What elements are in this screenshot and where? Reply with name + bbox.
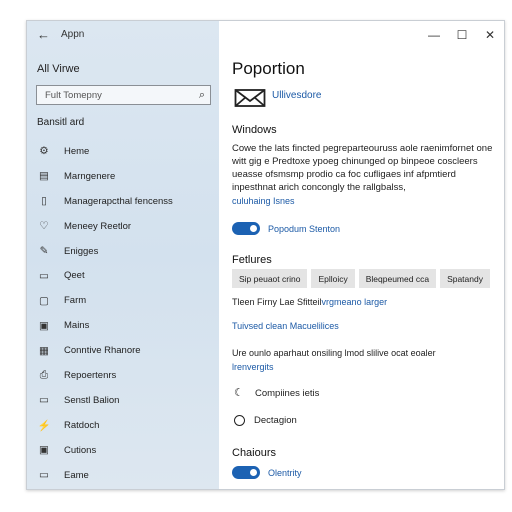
windows-heading: Windows xyxy=(232,124,277,136)
search-input[interactable]: Fult Tomepny ⌕ xyxy=(36,85,211,105)
sidebar-item-label: Eame xyxy=(64,469,89,481)
radio-label: Dectagion xyxy=(254,415,297,426)
tag-button[interactable]: Sip peuaot crino xyxy=(232,269,308,288)
toggle-label: Popodum Stenton xyxy=(268,223,341,234)
sidebar-item-label: Senstl Balion xyxy=(64,394,120,406)
sidebar: All Virwe Fult Tomepny ⌕ Bansitl ard ⚙ H… xyxy=(27,21,219,489)
window-icon: ▭ xyxy=(39,394,49,407)
sidebar-item-meneey-reetlor[interactable]: ♡ Meneey Reetlor xyxy=(27,214,219,239)
back-arrow-icon[interactable]: ← xyxy=(37,27,53,43)
sidebar-item-label: Mains xyxy=(64,320,90,332)
toggle-switch[interactable] xyxy=(232,466,260,479)
sidebar-item-repoertenrs[interactable]: ⎙ Repoertenrs xyxy=(27,363,219,388)
sidebar-item-marngenere[interactable]: ▤ Marngenere xyxy=(27,164,219,189)
sidebar-item-label: Enigges xyxy=(64,245,99,257)
sidebar-item-label: Managerapcthal fencenss xyxy=(64,195,173,207)
sidebar-item-conntive-rhanore[interactable]: ▦ Conntive Rhanore xyxy=(27,338,219,363)
sidebar-section-label: Bansitl ard xyxy=(37,117,85,128)
sidebar-item-eame[interactable]: ▭ Eame xyxy=(27,463,219,488)
grid-icon: ▦ xyxy=(39,344,49,357)
feature-line-text: Tleen Firny Lae Sfitteil xyxy=(232,297,322,307)
sidebar-item-enigges[interactable]: ✎ Enigges xyxy=(27,239,219,264)
radio-label: Compiines ietis xyxy=(255,387,320,399)
radio-option-1[interactable]: ☾ Compiines ietis xyxy=(234,387,319,399)
sidebar-item-heme[interactable]: ⚙ Heme xyxy=(27,139,219,164)
sidebar-item-managerapcthal[interactable]: ▯ Managerapcthal fencenss xyxy=(27,189,219,214)
sidebar-heading: All Virwe xyxy=(37,63,80,75)
sidebar-item-ratdoch[interactable]: ⚡ Ratdoch xyxy=(27,413,219,438)
envelope-icon xyxy=(234,89,266,107)
printer-icon: ⎙ xyxy=(39,368,49,381)
toggle-row-1[interactable]: Popodum Stenton xyxy=(232,222,340,235)
toggle-row-2[interactable]: Olentrity xyxy=(232,466,302,479)
secondary-link[interactable]: Tuivsed clean Macuelilices xyxy=(232,321,339,331)
sidebar-item-label: Ratdoch xyxy=(64,419,100,431)
main-content: Poportion Ullivesdore Windows Cowe the l… xyxy=(219,21,504,489)
window-controls: — ☐ ✕ xyxy=(420,21,504,49)
radio-button[interactable] xyxy=(234,415,245,426)
app-title: Appn xyxy=(61,29,85,40)
sidebar-item-label: Cutions xyxy=(64,444,97,456)
options-link[interactable]: lrenvergits xyxy=(232,362,274,372)
settings-window: All Virwe Fult Tomepny ⌕ Bansitl ard ⚙ H… xyxy=(26,20,505,490)
page-title: Poportion xyxy=(232,59,305,78)
windows-description: Cowe the lats fincted pegreparteouruss a… xyxy=(232,143,493,193)
document-icon: ▤ xyxy=(39,170,49,183)
sidebar-item-senstl-balion[interactable]: ▭ Senstl Balion xyxy=(27,388,219,413)
chaiours-heading: Chaiours xyxy=(232,447,277,459)
sidebar-item-label: Heme xyxy=(64,145,90,157)
sidebar-item-label: Meneey Reetlor xyxy=(64,220,132,232)
search-input-value[interactable]: Fult Tomepny xyxy=(45,90,102,101)
sidebar-item-cutions[interactable]: ▣ Cutions xyxy=(27,438,219,463)
sidebar-item-label: Repoertenrs xyxy=(64,369,117,381)
shield-icon: ♡ xyxy=(39,220,49,233)
header-link[interactable]: Ullivesdore xyxy=(272,90,321,101)
tag-button[interactable]: Eplloicy xyxy=(311,269,355,288)
windows-link[interactable]: culuhaing Isnes xyxy=(232,196,295,206)
tag-button[interactable]: Bleqpeumed cca xyxy=(358,269,437,288)
feature-line: Tleen Firny Lae Sfitteilvrgmeano larger xyxy=(232,297,387,307)
toggle-switch[interactable] xyxy=(232,222,260,235)
options-description: Ure ounlo aparhaut onsiling lmod slilive… xyxy=(232,348,436,358)
fetures-heading: Fetlures xyxy=(232,254,272,266)
toggle-knob xyxy=(250,469,257,476)
app-icon: ▭ xyxy=(39,469,49,482)
feature-line-link[interactable]: vrgmeano larger xyxy=(322,297,388,307)
tag-list: Sip peuaot crino Eplloicy Bleqpeumed cca… xyxy=(232,269,494,288)
search-icon[interactable]: ⌕ xyxy=(199,89,205,102)
sidebar-item-qeet[interactable]: ▭ Qeet xyxy=(27,263,219,288)
sidebar-item-farm[interactable]: ▢ Farm xyxy=(27,288,219,313)
sidebar-item-mains[interactable]: ▣ Mains xyxy=(27,313,219,338)
sidebar-item-label: Conntive Rhanore xyxy=(64,345,141,357)
header-row: Ullivesdore xyxy=(234,87,321,109)
chat-icon: ▭ xyxy=(39,269,49,282)
sidebar-nav: ⚙ Heme ▤ Marngenere ▯ Managerapcthal fen… xyxy=(27,139,219,487)
bolt-icon: ⚡ xyxy=(37,419,51,432)
sidebar-item-label: Farm xyxy=(64,295,87,307)
close-button[interactable]: ✕ xyxy=(476,21,504,49)
sidebar-item-label: Qeet xyxy=(64,270,85,282)
radio-option-2[interactable]: Dectagion xyxy=(234,415,297,426)
mail-icon: ▣ xyxy=(39,319,49,332)
pen-icon: ✎ xyxy=(39,245,49,257)
title-bar: ← Appn — ☐ ✕ xyxy=(27,21,504,49)
tag-button[interactable]: Spatandy xyxy=(440,269,490,288)
toggle-knob xyxy=(250,225,257,232)
page-icon: ▯ xyxy=(41,195,47,208)
check-circle-icon[interactable]: ☾ xyxy=(234,387,246,399)
gear-icon: ⚙ xyxy=(39,145,49,158)
sidebar-item-label: Marngenere xyxy=(64,170,116,182)
card-icon: ▣ xyxy=(39,444,49,457)
minimize-button[interactable]: — xyxy=(420,21,448,49)
maximize-button[interactable]: ☐ xyxy=(448,21,476,49)
toggle-label: Olentrity xyxy=(268,467,302,478)
file-icon: ▢ xyxy=(39,294,49,307)
